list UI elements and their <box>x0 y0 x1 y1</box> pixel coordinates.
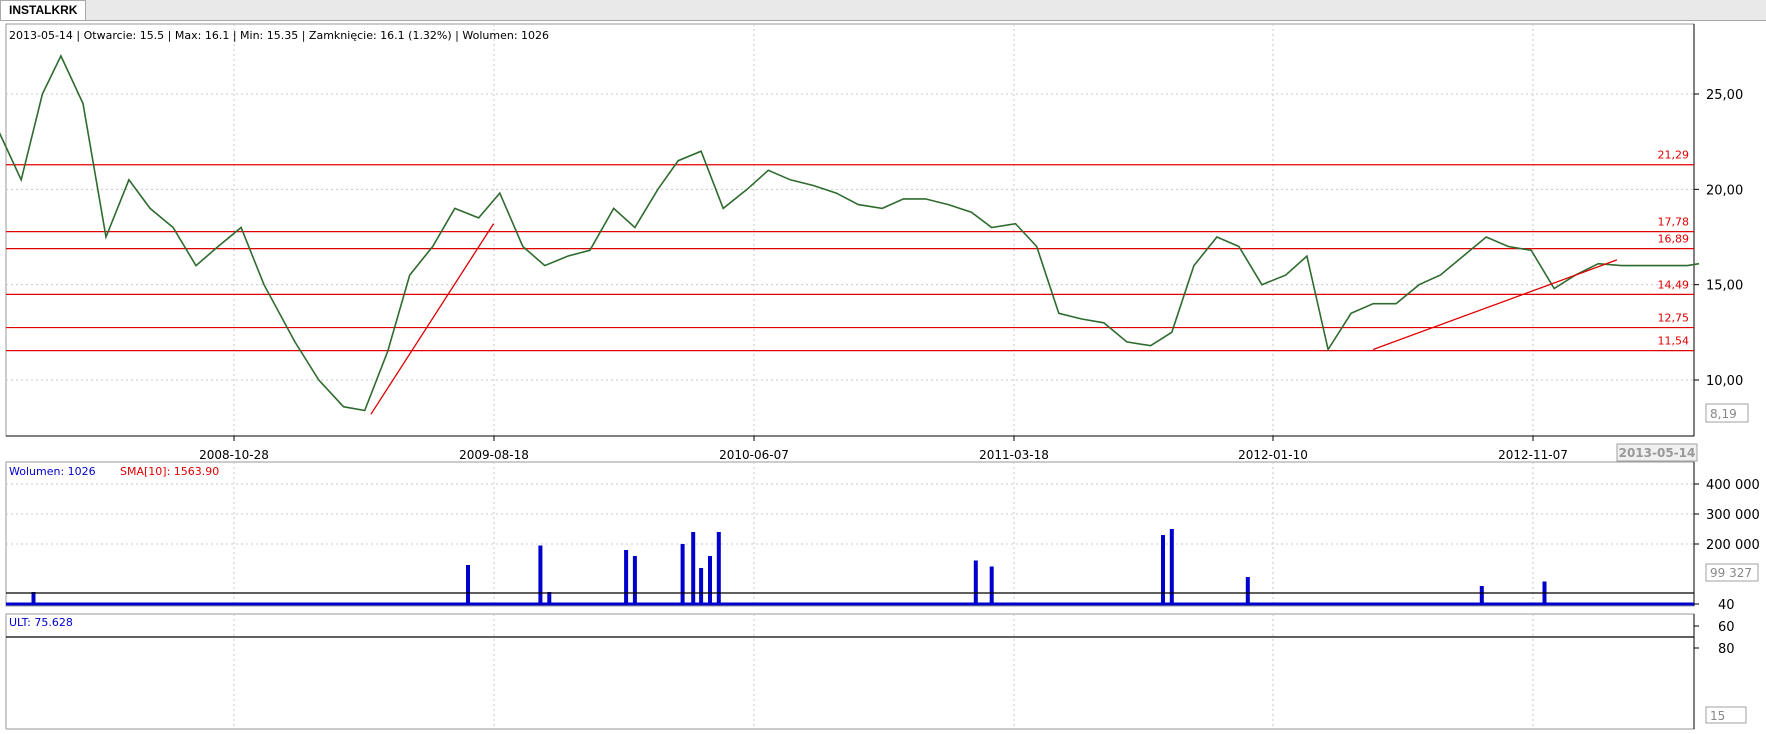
volume-bar <box>1245 577 1250 604</box>
last-date-label: 2013-05-14 <box>1619 446 1696 460</box>
volume-panel-frame <box>5 461 1695 607</box>
y-tick-label: 20,00 <box>1706 183 1743 198</box>
volume-bar <box>973 560 978 604</box>
ult-y-tick-label: 40 <box>1718 598 1735 613</box>
level-label: 16,89 <box>1658 233 1690 246</box>
x-tick-label: 2012-01-10 <box>1238 448 1308 462</box>
trend-line <box>1372 259 1618 351</box>
price-info: 2013-05-14 | Otwarcie: 15.5 | Max: 16.1 … <box>9 29 549 42</box>
x-tick-label: 2010-06-07 <box>719 448 789 462</box>
x-tick-label: 2009-08-18 <box>459 448 529 462</box>
volume-bar <box>1161 535 1165 604</box>
level-label: 17,78 <box>1658 216 1690 229</box>
volume-y-tick-label: 200 000 <box>1706 538 1760 553</box>
volume-sma-label: SMA[10]: 1563.90 <box>120 465 219 478</box>
volume-y-tick-label: 400 000 <box>1706 478 1760 493</box>
ult-y-tick-label: 80 <box>1718 642 1735 657</box>
y-tick-label: 10,00 <box>1706 374 1743 389</box>
volume-bar <box>547 592 552 604</box>
ult-y-tick-label: 60 <box>1718 620 1735 635</box>
price-line <box>0 54 1700 412</box>
ult-label: ULT: 75.628 <box>9 616 73 629</box>
ult-min-label: 15 <box>1710 709 1725 723</box>
x-tick-label: 2012-11-07 <box>1498 448 1568 462</box>
volume-bar <box>680 544 685 604</box>
level-label: 21,29 <box>1658 149 1690 162</box>
volume-bar <box>1479 586 1484 604</box>
trend-line <box>370 223 495 415</box>
volume-label: Wolumen: 1026 <box>9 465 96 478</box>
y-min-label: 8,19 <box>1710 407 1737 421</box>
ult-panel-frame <box>5 613 1695 730</box>
level-label: 11,54 <box>1658 335 1690 348</box>
x-tick-label: 2008-10-28 <box>199 448 269 462</box>
volume-y-tick-label: 300 000 <box>1706 508 1760 523</box>
volume-bar <box>989 566 994 604</box>
volume-bar <box>538 545 543 604</box>
volume-bar <box>31 592 36 604</box>
volume-bar <box>624 550 629 604</box>
volume-bar <box>466 565 470 604</box>
y-tick-label: 15,00 <box>1706 279 1743 294</box>
volume-bar <box>699 568 704 604</box>
volume-bar <box>708 556 712 604</box>
price-panel-frame <box>5 23 1695 437</box>
volume-current-label: 99 327 <box>1710 566 1752 580</box>
volume-bar <box>632 556 637 604</box>
y-tick-label: 25,00 <box>1706 88 1743 103</box>
level-label: 12,75 <box>1658 312 1690 325</box>
chart-canvas: 2008-10-28 2009-08-18 2010-06-07 2011-03-18… <box>0 23 1760 730</box>
level-label: 14,49 <box>1658 278 1690 291</box>
x-tick-label: 2011-03-18 <box>979 448 1049 462</box>
